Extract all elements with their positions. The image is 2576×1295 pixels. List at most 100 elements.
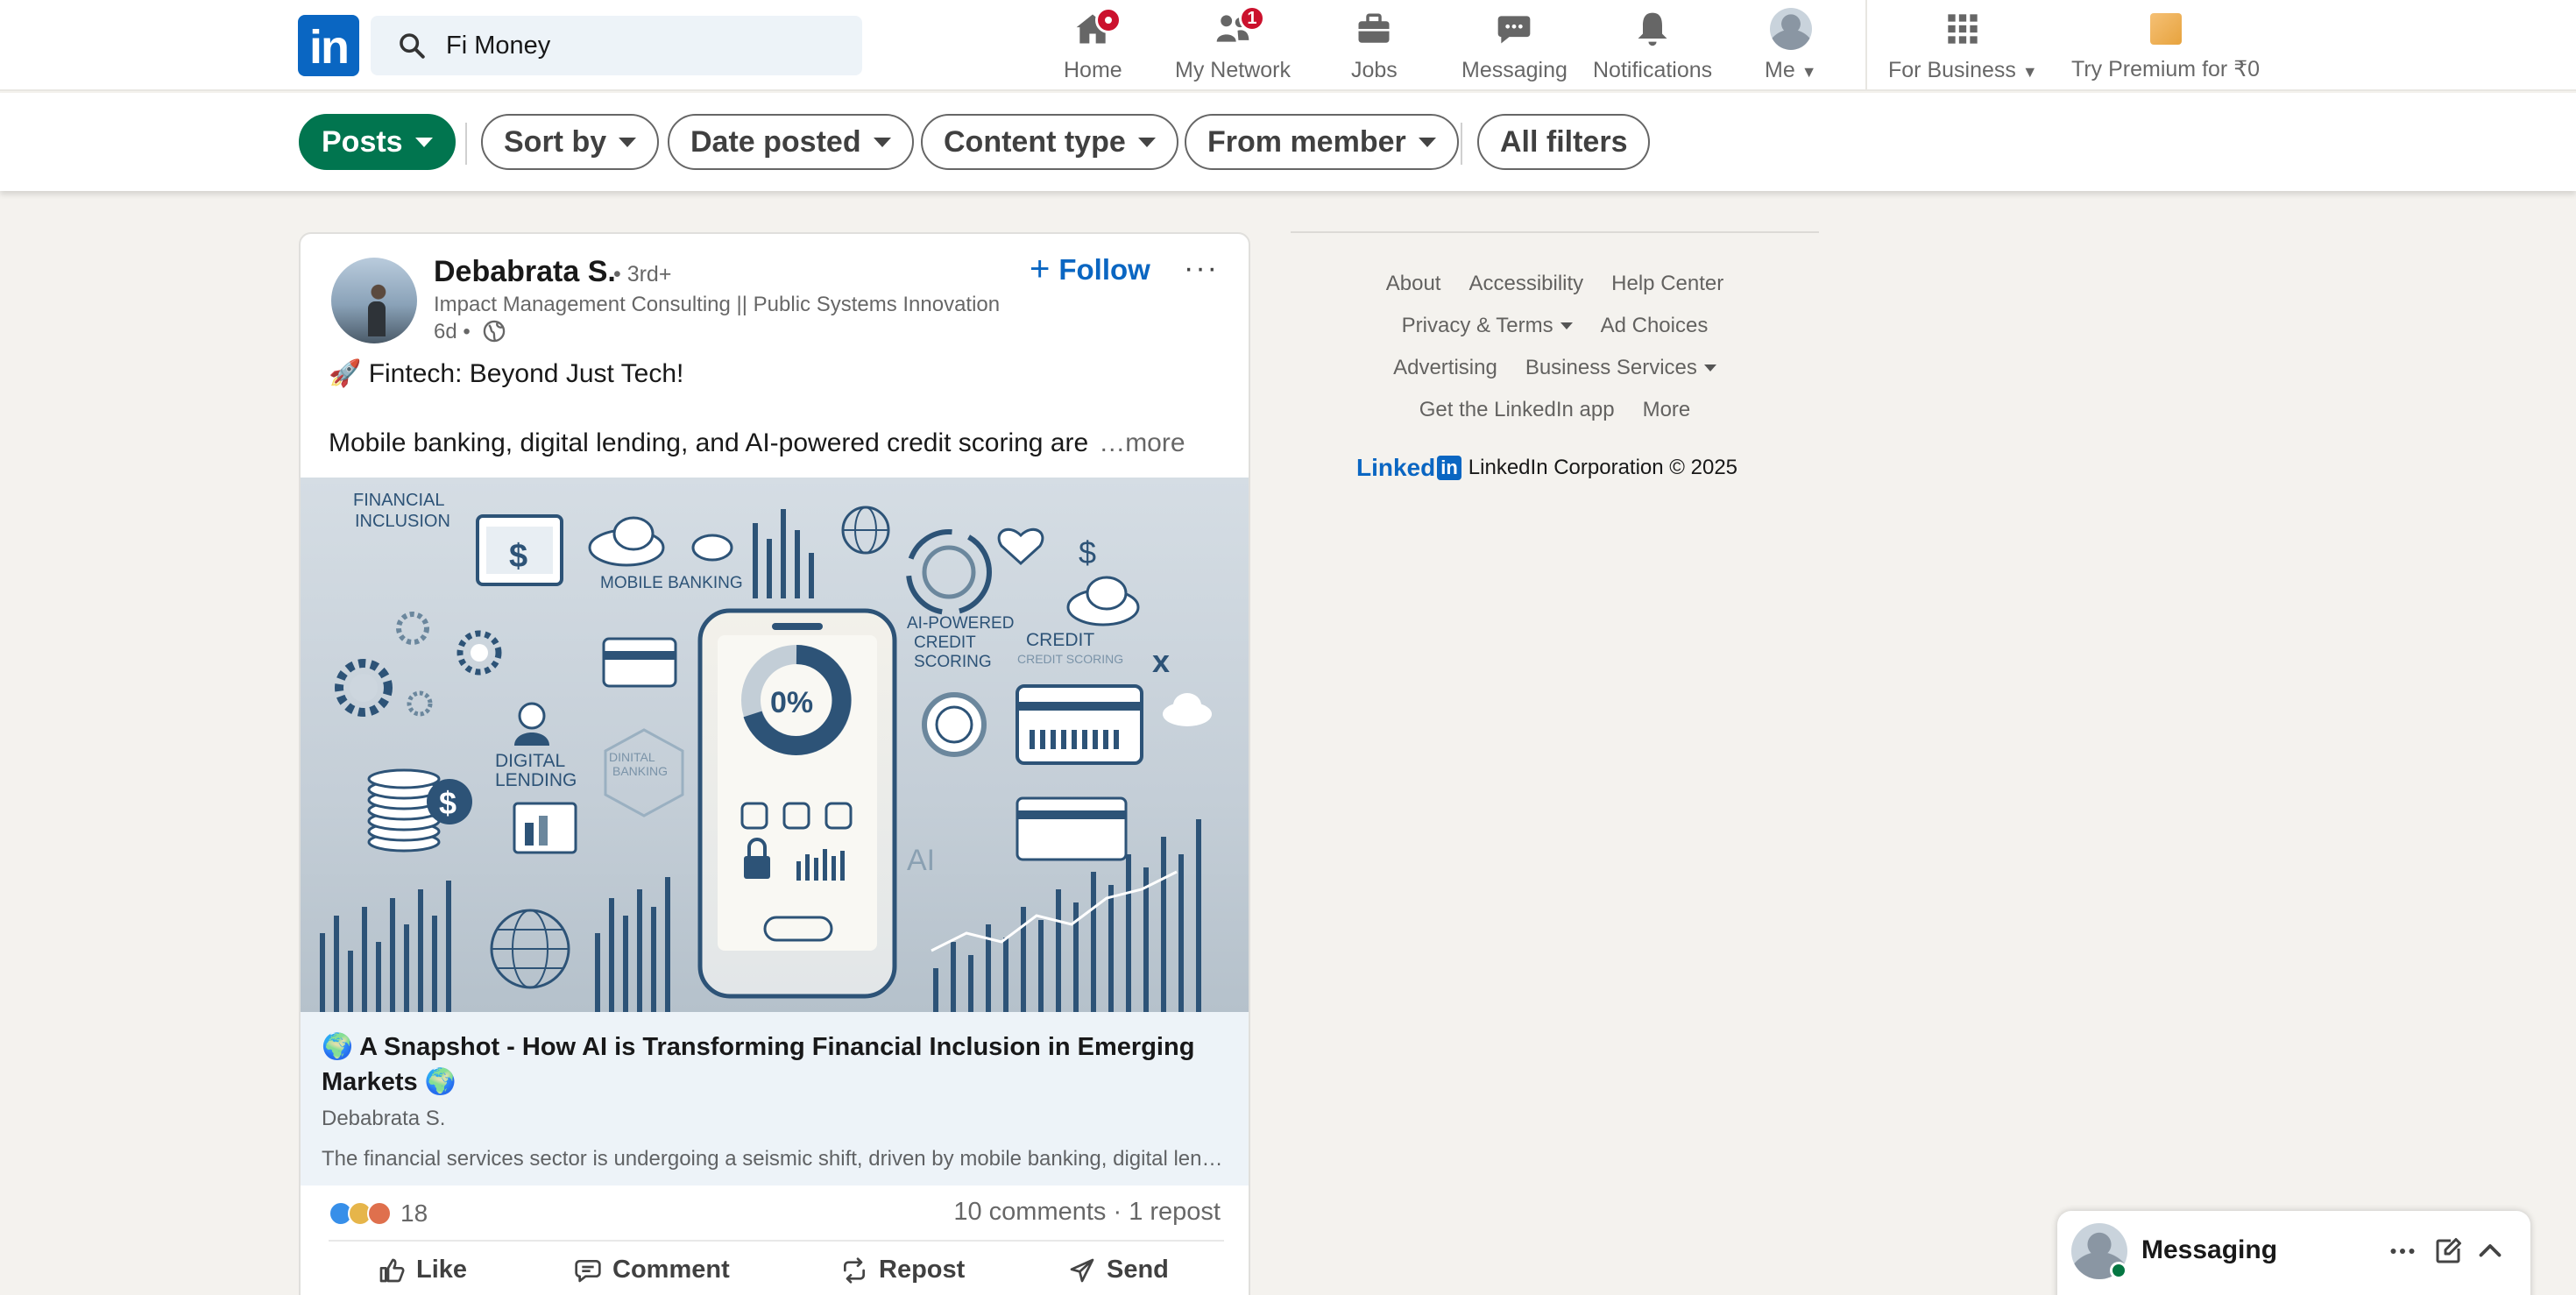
footer-link-accessibility[interactable]: Accessibility bbox=[1468, 272, 1583, 296]
grid-icon bbox=[1948, 14, 1978, 44]
footer-link-business-services[interactable]: Business Services bbox=[1525, 356, 1716, 380]
filter-divider bbox=[465, 123, 467, 165]
footer-link-get-app[interactable]: Get the LinkedIn app bbox=[1419, 398, 1615, 422]
more-options-icon[interactable]: ··· bbox=[1184, 251, 1219, 286]
post-text-content: Mobile banking, digital lending, and AI-… bbox=[329, 428, 1089, 457]
briefcase-icon bbox=[1358, 13, 1390, 43]
image-label: AI-POWERED bbox=[907, 614, 1014, 633]
post-text-line-1: 🚀 Fintech: Beyond Just Tech! bbox=[329, 359, 684, 388]
messaging-title[interactable]: Messaging bbox=[2141, 1235, 2277, 1265]
repost-icon bbox=[844, 1256, 865, 1284]
reaction-count: 18 bbox=[400, 1199, 428, 1227]
follow-button[interactable]: + Follow bbox=[1030, 250, 1150, 289]
nav-for-business[interactable]: For Business ▼ bbox=[1888, 7, 2038, 86]
send-button[interactable]: Send bbox=[1068, 1256, 1169, 1284]
send-icon bbox=[1070, 1258, 1094, 1282]
footer-link-about[interactable]: About bbox=[1386, 272, 1441, 296]
svg-text:$: $ bbox=[1079, 534, 1096, 570]
plus-icon: + bbox=[1030, 250, 1051, 288]
image-label: INCLUSION bbox=[355, 512, 450, 531]
caret-down-icon bbox=[1418, 137, 1436, 147]
comments-reposts-count[interactable]: 10 comments · 1 repost bbox=[953, 1198, 1221, 1227]
search-input[interactable] bbox=[446, 31, 849, 60]
compose-icon[interactable] bbox=[2432, 1235, 2464, 1267]
nav-home-label: Home bbox=[1064, 58, 1122, 82]
post-card: Debabrata S. • 3rd+ Impact Management Co… bbox=[299, 232, 1250, 1295]
see-more-link[interactable]: …more bbox=[1099, 428, 1185, 457]
post-image[interactable]: FINANCIAL INCLUSION MOBILE BANKING AI-PO… bbox=[301, 478, 1249, 1012]
footer-link-ad-choices[interactable]: Ad Choices bbox=[1601, 314, 1709, 338]
chat-icon bbox=[1498, 16, 1531, 44]
fintech-illustration: FINANCIAL INCLUSION MOBILE BANKING AI-PO… bbox=[320, 491, 1212, 1012]
like-button[interactable]: Like bbox=[378, 1256, 467, 1284]
caret-down-icon bbox=[414, 137, 433, 147]
chevron-down-icon: ▼ bbox=[1801, 63, 1817, 81]
notification-dot bbox=[1095, 7, 1122, 33]
caret-down-icon bbox=[1560, 322, 1573, 329]
image-label: AI bbox=[907, 844, 935, 877]
caret-down-icon bbox=[1703, 364, 1716, 372]
more-options-icon[interactable] bbox=[2387, 1235, 2418, 1267]
image-label: BANKING bbox=[612, 764, 668, 778]
filter-from-member[interactable]: From member bbox=[1185, 114, 1459, 170]
filter-all-filters-label: All filters bbox=[1500, 124, 1628, 159]
like-icon bbox=[379, 1258, 405, 1282]
filter-date-posted[interactable]: Date posted bbox=[668, 114, 914, 170]
image-label: FINANCIAL bbox=[353, 491, 444, 510]
nav-divider bbox=[1865, 0, 1867, 91]
nav-notifications-label: Notifications bbox=[1593, 58, 1713, 82]
globe-icon bbox=[483, 320, 506, 343]
filter-posts[interactable]: Posts bbox=[299, 114, 456, 170]
footer-link-privacy-terms[interactable]: Privacy & Terms bbox=[1402, 314, 1573, 338]
post-text-line-2: Mobile banking, digital lending, and AI-… bbox=[329, 428, 1185, 458]
svg-text:$: $ bbox=[509, 538, 527, 575]
caret-down-icon bbox=[619, 137, 637, 147]
nav-messaging[interactable]: Messaging bbox=[1461, 7, 1568, 86]
chevron-up-icon[interactable] bbox=[2474, 1235, 2506, 1267]
filter-sort-by[interactable]: Sort by bbox=[481, 114, 660, 170]
image-label: CREDIT bbox=[914, 633, 976, 652]
footer-link-more[interactable]: More bbox=[1643, 398, 1691, 422]
nav-me-label: Me ▼ bbox=[1765, 58, 1817, 82]
post-time: 6d • bbox=[434, 320, 471, 343]
nav-my-network-label: My Network bbox=[1175, 58, 1291, 82]
repost-button[interactable]: Repost bbox=[840, 1256, 965, 1284]
nav-jobs[interactable]: Jobs bbox=[1351, 7, 1398, 86]
nav-my-network[interactable]: 1 My Network bbox=[1175, 5, 1291, 86]
article-preview[interactable]: 🌍 A Snapshot - How AI is Transforming Fi… bbox=[301, 1012, 1249, 1185]
image-label: SCORING bbox=[914, 653, 992, 671]
article-title[interactable]: 🌍 A Snapshot - How AI is Transforming Fi… bbox=[322, 1030, 1224, 1100]
chevron-down-icon: ▼ bbox=[2021, 63, 2038, 81]
comment-label: Comment bbox=[612, 1256, 730, 1284]
search-bar[interactable] bbox=[371, 16, 862, 75]
comment-button[interactable]: Comment bbox=[574, 1256, 730, 1284]
copyright: Linked in LinkedIn Corporation © 2025 bbox=[1356, 454, 1737, 482]
image-label: LENDING bbox=[495, 770, 577, 790]
linkedin-wordmark-icon: Linked in bbox=[1356, 454, 1461, 482]
image-label: CREDIT bbox=[1026, 630, 1094, 650]
like-label: Like bbox=[416, 1256, 468, 1284]
footer-divider bbox=[1291, 231, 1819, 233]
follow-label: Follow bbox=[1058, 252, 1150, 286]
card-divider bbox=[329, 1240, 1224, 1242]
footer-link-help-center[interactable]: Help Center bbox=[1611, 272, 1723, 296]
author-avatar[interactable] bbox=[331, 258, 417, 343]
filter-from-member-label: From member bbox=[1207, 124, 1406, 159]
linkedin-logo-icon[interactable]: in bbox=[298, 15, 359, 76]
comment-icon bbox=[575, 1259, 601, 1282]
nav-me[interactable]: Me ▼ bbox=[1765, 7, 1817, 86]
messaging-overlay[interactable]: Messaging bbox=[2057, 1211, 2530, 1295]
image-label: MOBILE BANKING bbox=[600, 574, 743, 592]
caret-down-icon bbox=[873, 137, 891, 147]
nav-notifications[interactable]: Notifications bbox=[1593, 7, 1712, 86]
author-name[interactable]: Debabrata S. bbox=[434, 255, 616, 289]
reactions-summary[interactable]: 18 bbox=[329, 1196, 428, 1231]
nav-home[interactable]: Home bbox=[1064, 7, 1122, 86]
nav-premium-label: Try Premium for ₹0 bbox=[2071, 57, 2261, 81]
avatar bbox=[1769, 8, 1812, 50]
nav-try-premium[interactable]: Try Premium for ₹0 bbox=[2071, 7, 2260, 86]
filter-content-type[interactable]: Content type bbox=[921, 114, 1178, 170]
footer-link-advertising[interactable]: Advertising bbox=[1393, 356, 1497, 380]
filter-all-filters[interactable]: All filters bbox=[1477, 114, 1651, 170]
filter-sort-by-label: Sort by bbox=[504, 124, 607, 159]
